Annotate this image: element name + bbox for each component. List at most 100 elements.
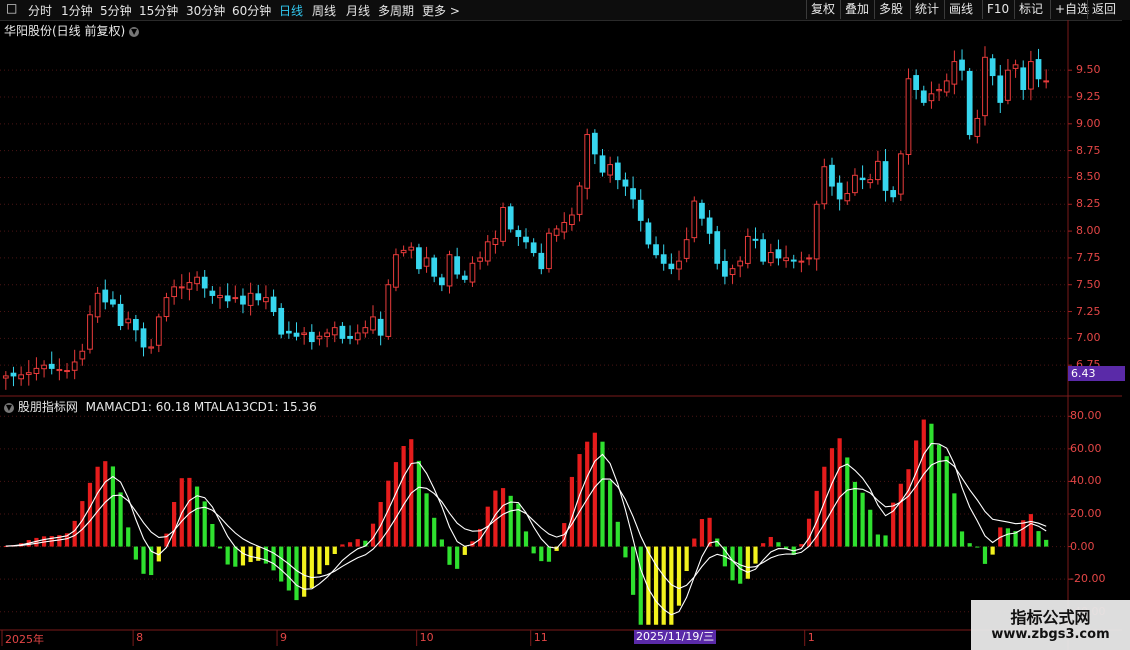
- indicator-bar: [309, 546, 314, 589]
- indicator-bar: [317, 546, 322, 575]
- candle-body: [897, 153, 904, 195]
- candle-body: [178, 286, 185, 289]
- candle-body: [729, 268, 736, 276]
- indicator-bar: [600, 441, 605, 547]
- candle-body: [959, 59, 965, 71]
- indicator-bar: [768, 536, 773, 547]
- month-label: 10: [419, 631, 434, 644]
- candle-body: [293, 332, 300, 337]
- indicator-bar: [638, 546, 643, 625]
- indicator-bar: [462, 546, 467, 555]
- candle-body: [920, 90, 927, 103]
- indicator-bar: [118, 492, 123, 547]
- candle-body: [966, 70, 973, 136]
- candle-body: [576, 185, 583, 215]
- candle-body: [928, 93, 935, 102]
- candle-body: [1035, 59, 1042, 80]
- candle-body: [232, 297, 239, 300]
- candle-body: [798, 260, 805, 263]
- chevron-down-icon[interactable]: ▼: [4, 402, 14, 413]
- indicator-bar: [1036, 531, 1041, 547]
- candle-body: [538, 252, 545, 270]
- indicator-bar: [248, 546, 253, 563]
- candle-body: [416, 247, 422, 270]
- candle-body: [324, 332, 330, 338]
- month-label: 8: [136, 631, 144, 644]
- candle-body: [301, 332, 308, 335]
- candle-body: [836, 182, 843, 200]
- price-axis-label: 7.25: [1076, 304, 1101, 318]
- price-axis-label: 7.00: [1076, 331, 1101, 345]
- indicator-bar: [340, 544, 345, 547]
- candle-body: [614, 162, 621, 181]
- indicator-bar: [546, 546, 552, 562]
- indicator-bar: [837, 438, 842, 547]
- candle-body: [653, 244, 659, 256]
- candle-body: [714, 231, 721, 264]
- candle-body: [408, 246, 415, 251]
- candle-body: [56, 368, 63, 372]
- candle-body: [186, 282, 193, 290]
- candle-body: [645, 222, 652, 245]
- candle-body: [148, 346, 155, 349]
- candle-body: [454, 256, 461, 275]
- cursor-date-tag: 2025/11/19/三: [634, 630, 717, 644]
- candle-body: [71, 361, 78, 371]
- candle-body: [201, 276, 208, 289]
- indicator-bar: [661, 546, 666, 625]
- watermark-logo: 指标公式网 www.zbgs3.com: [971, 600, 1130, 650]
- indicator-bar: [944, 456, 949, 547]
- indicator-bar: [500, 488, 506, 547]
- candle-body: [48, 363, 55, 369]
- kline-chart[interactable]: [0, 0, 1122, 650]
- candle-body: [1012, 64, 1019, 69]
- month-label: 11: [533, 631, 548, 644]
- price-axis-label: 7.50: [1076, 277, 1101, 291]
- signal-line: [5, 459, 1047, 590]
- indicator-bar: [883, 535, 888, 547]
- candle-body: [469, 262, 476, 283]
- indicator-bar: [325, 546, 330, 566]
- indicator-bar: [692, 538, 697, 547]
- candle-body: [790, 259, 797, 262]
- indicator-bar: [615, 521, 620, 547]
- candle-body: [913, 75, 920, 90]
- indicator-bar: [684, 546, 689, 572]
- indicator-bar: [393, 462, 399, 547]
- indicator-bar: [776, 542, 781, 547]
- candle-body: [706, 217, 713, 234]
- indicator-bar: [133, 546, 138, 560]
- candle-body: [10, 372, 17, 377]
- candle-body: [446, 254, 453, 287]
- indicator-bar: [875, 534, 880, 547]
- candle-body: [117, 303, 124, 326]
- indicator-bar: [990, 546, 995, 555]
- candle-body: [783, 257, 789, 262]
- indicator-bar: [233, 546, 238, 567]
- candle-body: [890, 190, 897, 198]
- candle-body: [125, 318, 132, 324]
- indicator-title[interactable]: ▼ 股朋指标网 MAMACD1: 60.18 MTALA13CD1: 15.36: [4, 398, 317, 415]
- candle-body: [270, 296, 277, 313]
- indicator-bar: [447, 546, 452, 565]
- price-axis-label: 9.25: [1076, 90, 1101, 103]
- watermark-line1: 指标公式网: [1010, 608, 1091, 627]
- indicator-axis-label: 80.00: [1070, 409, 1102, 423]
- candle-body: [255, 293, 262, 301]
- candle-body: [530, 242, 537, 254]
- candle-body: [683, 239, 690, 259]
- indicator-bar: [347, 542, 353, 547]
- candle-body: [852, 174, 858, 194]
- indicator-axis-label: 0.00: [1070, 539, 1095, 553]
- indicator-bar: [761, 543, 766, 547]
- indicator-bar: [1005, 528, 1011, 547]
- candle-body: [951, 61, 958, 85]
- indicator-bar: [608, 480, 613, 547]
- candle-body: [140, 328, 147, 348]
- candle-body: [767, 252, 774, 264]
- candle-body: [637, 199, 644, 221]
- candle-body: [630, 188, 636, 200]
- candle-body: [752, 238, 759, 241]
- indicator-bar: [210, 523, 215, 547]
- price-axis-label: 8.25: [1076, 197, 1101, 211]
